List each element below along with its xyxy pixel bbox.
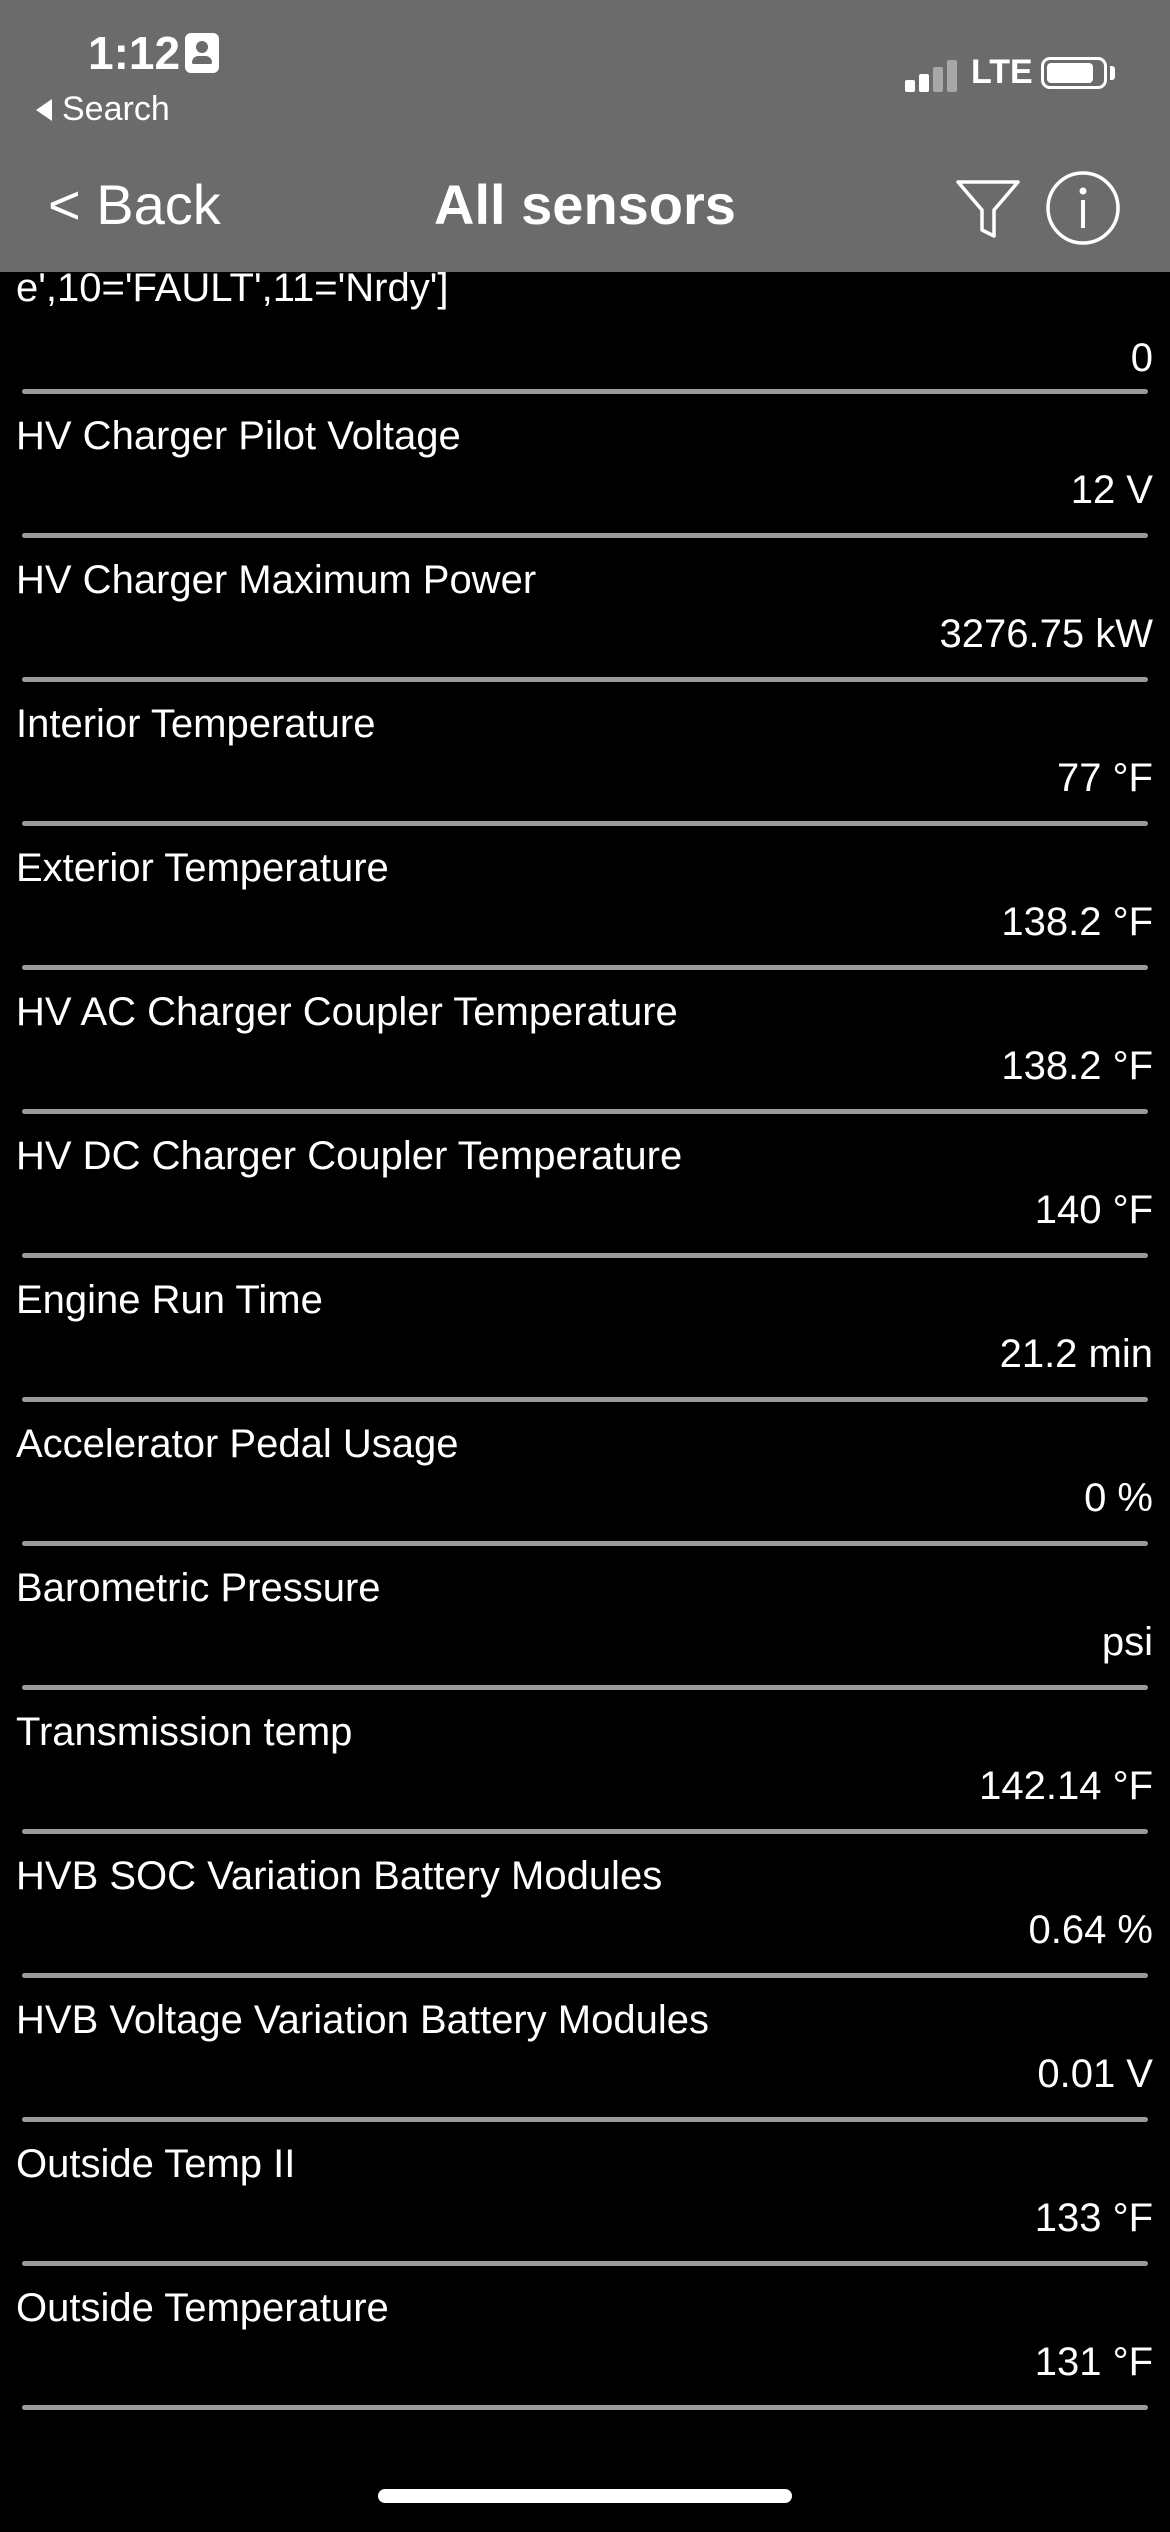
row-divider (22, 2261, 1148, 2266)
sensor-label: Outside Temp II (16, 2142, 296, 2186)
signal-bar (905, 80, 915, 92)
sensor-label: Exterior Temperature (16, 846, 389, 890)
row-divider (22, 533, 1148, 538)
sensor-value: 12 V (1070, 468, 1153, 512)
header: 1:12 Search LTE All sensors < Back (0, 0, 1170, 272)
sensor-row[interactable]: Barometric Pressure psi (0, 1552, 1170, 1696)
back-triangle-icon (36, 98, 52, 121)
sensor-value: 140 °F (1034, 1188, 1153, 1232)
row-divider (22, 677, 1148, 682)
sensor-value: 142.14 °F (979, 1764, 1153, 1808)
row-divider (22, 1253, 1148, 1258)
row-divider (22, 1397, 1148, 1402)
network-type: LTE (971, 53, 1033, 91)
row-divider (22, 1829, 1148, 1834)
sensor-value: 0.01 V (1037, 2052, 1153, 2096)
sensor-row[interactable]: HVB Voltage Variation Battery Modules 0.0… (0, 1984, 1170, 2128)
sensor-row[interactable]: HV AC Charger Coupler Temperature 138.2 °… (0, 976, 1170, 1120)
back-button[interactable]: < Back (48, 172, 221, 237)
sensor-row[interactable]: Outside Temp II 133 °F (0, 2128, 1170, 2272)
sensor-label: Transmission temp (16, 1710, 353, 1754)
sensor-value: 0.64 % (1028, 1908, 1153, 1952)
sensor-row[interactable]: Interior Temperature 77 °F (0, 688, 1170, 832)
sensor-row[interactable]: Accelerator Pedal Usage 0 % (0, 1408, 1170, 1552)
sensor-label: HV AC Charger Coupler Temperature (16, 990, 678, 1034)
sensor-value: 21.2 min (999, 1332, 1153, 1376)
portrait-lock-icon (185, 33, 219, 73)
row-divider (22, 1541, 1148, 1546)
sensor-row[interactable]: HV Charger Maximum Power 3276.75 kW (0, 544, 1170, 688)
sensor-row[interactable]: Transmission temp 142.14 °F (0, 1696, 1170, 1840)
back-to-search-label: Search (62, 90, 170, 128)
battery-icon (1041, 57, 1107, 89)
sensor-value: 0 (1130, 336, 1153, 380)
back-to-search-button[interactable]: Search (36, 90, 170, 129)
sensor-label: HV DC Charger Coupler Temperature (16, 1134, 683, 1178)
row-divider (22, 389, 1148, 394)
status-time: 1:12 (88, 27, 181, 79)
sensor-value: 133 °F (1034, 2196, 1153, 2240)
signal-strength-icon (905, 56, 959, 92)
row-divider (22, 821, 1148, 826)
battery-cap (1110, 66, 1115, 80)
row-divider (22, 2405, 1148, 2410)
sensor-row[interactable]: Outside Temperature 131 °F (0, 2272, 1170, 2416)
sensor-label: HVB SOC Variation Battery Modules (16, 1854, 663, 1898)
sensor-row[interactable]: HV Charger Pilot Voltage 12 V (0, 400, 1170, 544)
row-divider (22, 1685, 1148, 1690)
sensor-label: Outside Temperature (16, 2286, 389, 2330)
signal-bar (933, 67, 943, 92)
sensor-label: HV Charger Pilot Voltage (16, 414, 461, 458)
sensor-label: Accelerator Pedal Usage (16, 1422, 459, 1466)
home-indicator[interactable] (378, 2489, 792, 2503)
screen: 1:12 Search LTE All sensors < Back e',10… (0, 0, 1170, 2532)
signal-bar (947, 60, 957, 92)
sensor-row[interactable]: Engine Run Time 21.2 min (0, 1264, 1170, 1408)
sensor-label: Engine Run Time (16, 1278, 323, 1322)
sensor-value: 131 °F (1034, 2340, 1153, 2384)
sensor-value: 3276.75 kW (939, 612, 1153, 656)
sensor-value: 0 % (1084, 1476, 1153, 1520)
row-divider (22, 965, 1148, 970)
row-divider (22, 1973, 1148, 1978)
sensor-value: 77 °F (1056, 756, 1153, 800)
sensor-row[interactable]: HV DC Charger Coupler Temperature 140 °F (0, 1120, 1170, 1264)
info-icon[interactable] (1045, 170, 1121, 246)
row-divider (22, 2117, 1148, 2122)
sensor-label: e',10='FAULT',11='Nrdy'] (16, 266, 449, 310)
sensor-value: 138.2 °F (1001, 1044, 1153, 1088)
sensor-label: Interior Temperature (16, 702, 376, 746)
signal-bar (919, 74, 929, 92)
sensor-label: HVB Voltage Variation Battery Modules (16, 1998, 709, 2042)
sensor-label: HV Charger Maximum Power (16, 558, 537, 602)
sensor-row[interactable]: HVB SOC Variation Battery Modules 0.64 % (0, 1840, 1170, 1984)
battery-fill (1047, 63, 1093, 83)
sensor-list[interactable]: e',10='FAULT',11='Nrdy'] 0 HV Charger Pilo… (0, 266, 1170, 2416)
sensor-row[interactable]: e',10='FAULT',11='Nrdy'] 0 (0, 266, 1170, 400)
sensor-label: Barometric Pressure (16, 1566, 381, 1610)
sensor-row[interactable]: Exterior Temperature 138.2 °F (0, 832, 1170, 976)
row-divider (22, 1109, 1148, 1114)
filter-icon[interactable] (952, 172, 1024, 244)
sensor-value: 138.2 °F (1001, 900, 1153, 944)
sensor-value: psi (1101, 1620, 1153, 1664)
